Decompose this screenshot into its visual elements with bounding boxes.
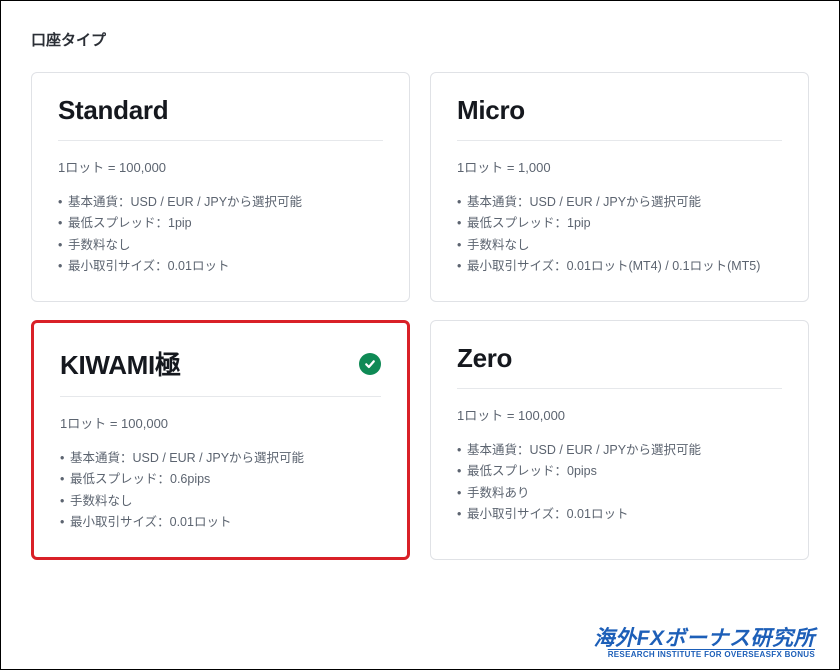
card-title: Standard: [58, 95, 168, 126]
card-title: KIWAMI極: [60, 345, 181, 382]
feature-list: 基本通貨：USD / EUR / JPYから選択可能最低スプレッド：1pip手数…: [457, 192, 782, 277]
feature-item: 最小取引サイズ：0.01ロット(MT4) / 0.1ロット(MT5): [457, 256, 782, 277]
lot-line: 1ロット = 100,000: [457, 405, 782, 424]
card-head: Zero: [457, 343, 782, 389]
feature-item: 手数料なし: [457, 235, 782, 256]
option-card-standard[interactable]: Standard 1ロット = 100,000 基本通貨：USD / EUR / J…: [31, 72, 410, 302]
checkmark-icon: [359, 353, 381, 375]
feature-item: 基本通貨：USD / EUR / JPYから選択可能: [60, 448, 381, 469]
feature-list: 基本通貨：USD / EUR / JPYから選択可能最低スプレッド：0pips手…: [457, 440, 782, 525]
card-head: Micro: [457, 95, 782, 141]
feature-item: 手数料あり: [457, 483, 782, 504]
feature-item: 最低スプレッド：1pip: [457, 213, 782, 234]
feature-item: 基本通貨：USD / EUR / JPYから選択可能: [58, 192, 383, 213]
feature-list: 基本通貨：USD / EUR / JPYから選択可能最低スプレッド：1pip手数…: [58, 192, 383, 277]
card-title: Micro: [457, 95, 525, 126]
lot-line: 1ロット = 1,000: [457, 157, 782, 176]
card-head: Standard: [58, 95, 383, 141]
feature-item: 最低スプレッド：0.6pips: [60, 469, 381, 490]
lot-line: 1ロット = 100,000: [58, 157, 383, 176]
option-card-zero[interactable]: Zero 1ロット = 100,000 基本通貨：USD / EUR / JPYから…: [430, 320, 809, 560]
option-card-kiwami極[interactable]: KIWAMI極 1ロット = 100,000 基本通貨：USD / EUR / JP…: [31, 320, 410, 560]
feature-item: 基本通貨：USD / EUR / JPYから選択可能: [457, 192, 782, 213]
brand-main: 海外FXボーナス研究所: [594, 628, 815, 650]
feature-item: 最低スプレッド：1pip: [58, 213, 383, 234]
footer-brand: 海外FXボーナス研究所 RESEARCH INSTITUTE FOR OVERS…: [594, 628, 815, 659]
lot-line: 1ロット = 100,000: [60, 413, 381, 432]
card-grid: Standard 1ロット = 100,000 基本通貨：USD / EUR / J…: [31, 72, 809, 560]
feature-list: 基本通貨：USD / EUR / JPYから選択可能最低スプレッド：0.6pip…: [60, 448, 381, 533]
feature-item: 最低スプレッド：0pips: [457, 461, 782, 482]
page-title: 口座タイプ: [31, 29, 809, 50]
feature-item: 手数料なし: [60, 491, 381, 512]
feature-item: 最小取引サイズ：0.01ロット: [58, 256, 383, 277]
brand-sub: RESEARCH INSTITUTE FOR OVERSEASFX BONUS: [594, 650, 815, 659]
card-head: KIWAMI極: [60, 345, 381, 397]
option-card-micro[interactable]: Micro 1ロット = 1,000 基本通貨：USD / EUR / JPYから選…: [430, 72, 809, 302]
feature-item: 最小取引サイズ：0.01ロット: [457, 504, 782, 525]
feature-item: 基本通貨：USD / EUR / JPYから選択可能: [457, 440, 782, 461]
feature-item: 最小取引サイズ：0.01ロット: [60, 512, 381, 533]
feature-item: 手数料なし: [58, 235, 383, 256]
card-title: Zero: [457, 343, 512, 374]
